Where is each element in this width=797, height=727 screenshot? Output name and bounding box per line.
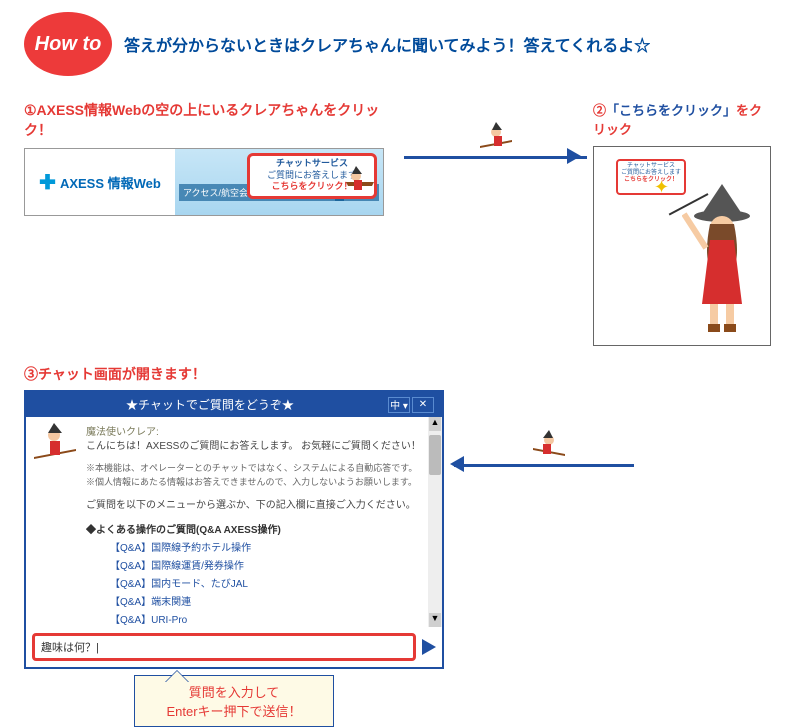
scrollbar[interactable]: ▲ ▼: [428, 417, 442, 627]
witch-icon: [342, 166, 378, 202]
chat-callout[interactable]: チャットサービス ご質問にお答えします こちらをクリック！: [247, 153, 377, 199]
qa-list: 【Q&A】国際線予約ホテル操作 【Q&A】国際線運賃/発券操作 【Q&A】国内モ…: [110, 540, 432, 627]
chat-window: ★チャットでご質問をどうぞ★ 中 ▾ ✕ 魔法使いクレア: こんにちは！AXES…: [24, 390, 444, 669]
axess-logo: ✚ AXESS 情報Web: [25, 149, 175, 215]
prompt-text: ご質問を以下のメニューから選ぶか、下の記入欄に直接ご入力ください。: [86, 499, 432, 513]
arrow-left: [444, 444, 634, 484]
send-button[interactable]: [422, 639, 436, 655]
chat-titlebar: ★チャットでご質問をどうぞ★ 中 ▾ ✕: [26, 392, 442, 417]
witch-avatar-icon: [32, 454, 78, 471]
step3-label: ③チャット画面が開きます！: [24, 364, 444, 384]
witch-standing-icon: [682, 184, 762, 339]
note2: ※個人情報にあたる情報はお答えできませんので、入力しないようお願いします。: [86, 476, 432, 490]
greeting-text: こんにちは！AXESSのご質問にお答えします。 お気軽にご質問ください！: [86, 440, 432, 454]
note1: ※本機能は、オペレーターとのチャットではなく、システムによる自動応答です。: [86, 462, 432, 476]
chat-input[interactable]: [32, 633, 416, 661]
qa-link[interactable]: 【Q&A】国際線予約ホテル操作: [110, 540, 432, 558]
qa-heading: ◆よくある操作のご質問(Q&A AXESS操作): [86, 521, 432, 536]
witch-icon: [478, 122, 514, 159]
scroll-up-icon[interactable]: ▲: [429, 417, 441, 431]
witch-icon: [531, 430, 567, 467]
step2-label: ②「こちらをクリック」をクリック: [593, 100, 773, 138]
scroll-thumb[interactable]: [429, 435, 441, 475]
howto-badge: How to: [24, 12, 112, 76]
qa-link[interactable]: 【Q&A】URI-Pro: [110, 612, 432, 627]
step1-label: ①AXESS情報Webの空の上にいるクレアちゃんをクリック！: [24, 100, 404, 140]
speaker-name: 魔法使いクレア:: [86, 423, 432, 438]
howto-header: How to 答えが分からないときはクレアちゃんに聞いてみよう！答えてくれるよ☆: [24, 12, 773, 76]
lang-button[interactable]: 中 ▾: [388, 397, 410, 413]
lead-text: 答えが分からないときはクレアちゃんに聞いてみよう！答えてくれるよ☆: [124, 32, 650, 56]
sparkle-icon: ✦: [654, 177, 669, 198]
qa-link[interactable]: 【Q&A】国際線運賃/発券操作: [110, 558, 432, 576]
qa-link[interactable]: 【Q&A】国内モード、たびJAL: [110, 576, 432, 594]
qa-link[interactable]: 【Q&A】端末関連: [110, 594, 432, 612]
axess-logo-text: AXESS 情報Web: [60, 173, 161, 192]
axess-banner: ✚ AXESS 情報Web アクセス/航空会社 などからのお知らせ サポート チ…: [24, 148, 384, 216]
plus-icon: ✚: [39, 170, 56, 195]
close-button[interactable]: ✕: [412, 397, 434, 413]
mini-chat-callout[interactable]: チャットサービス ご質問にお答えします こちらをクリック！: [616, 159, 686, 195]
step2-panel: チャットサービス ご質問にお答えします こちらをクリック！ ✦: [593, 146, 771, 346]
chat-title: ★チャットでご質問をどうぞ★: [34, 396, 386, 413]
arrow-right: [404, 136, 587, 176]
scroll-down-icon[interactable]: ▼: [429, 613, 441, 627]
input-callout: 質問を入力して Enterキー押下で送信！: [134, 675, 334, 727]
